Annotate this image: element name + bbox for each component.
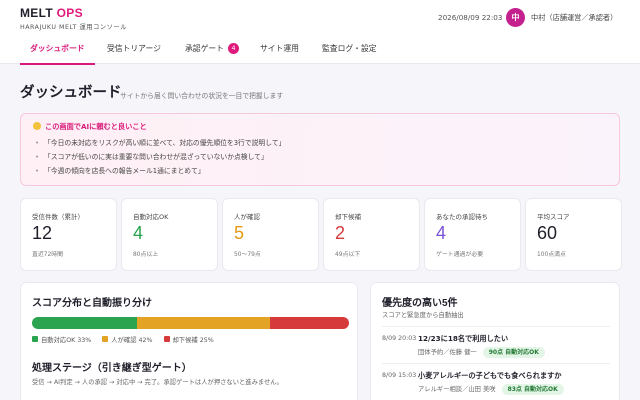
ai-tip-item[interactable]: 「今週の傾向を店長への報告メール1通にまとめて」	[35, 164, 285, 178]
processing-stage-title: 処理ステージ（引き継ぎ型ゲート）	[32, 363, 192, 374]
priority-item-time: 8/09 15:03	[382, 372, 417, 379]
legend-text: 自動対応OK 33%	[41, 337, 92, 344]
tab-dashboard[interactable]: ダッシュボード	[20, 36, 95, 65]
ai-tips-heading-text: この画面でAIに頼むと良いこと	[45, 122, 147, 131]
current-datetime: 2026/08/09 22:03	[438, 13, 503, 22]
kpi-label: 却下候補	[335, 213, 361, 221]
kpi-value: 5	[234, 223, 245, 243]
brand-logo[interactable]: MELT OPS	[20, 6, 83, 20]
page-title: ダッシュボード	[20, 85, 122, 101]
tab-approval-gate[interactable]: 承認ゲート 4	[185, 36, 239, 64]
priority-card-title: 優先度の高い5件	[382, 298, 458, 309]
main-tabs: ダッシュボード 受信トリアージ 承認ゲート 4 サイト運用 監査ログ・設定	[0, 36, 640, 65]
priority-item-time: 8/09 20:03	[382, 335, 417, 342]
legend-human-review: 人が確認 42%	[102, 335, 152, 344]
priority-list-card: 優先度の高い5件 スコアと緊急度から自動抽出 8/09 20:03 12/23に…	[370, 282, 620, 400]
tab-label: 監査ログ・設定	[322, 44, 377, 53]
kpi-label: あなたの承認待ち	[436, 213, 488, 221]
tab-label: サイト運用	[260, 44, 299, 53]
priority-item-title[interactable]: 小麦アレルギーの子どもでも食べられますか	[418, 371, 561, 381]
priority-item-title[interactable]: 12/23に18名で利用したい	[418, 334, 508, 344]
kpi-note: 直近72時間	[32, 252, 64, 258]
user-name[interactable]: 中村（店舗運営／承認者）	[531, 13, 617, 23]
ai-tips-panel: この画面でAIに頼むと良いこと 「今日の未対応をリスクが高い順に並べて、対応の優…	[20, 113, 620, 186]
legend-text: 却下候補 25%	[172, 337, 214, 344]
kpi-value: 4	[133, 223, 144, 243]
user-avatar[interactable]: 中	[506, 8, 525, 27]
priority-item-meta-text: 団体予約／佐藤 健一	[418, 349, 477, 356]
kpi-card-human-review[interactable]: 人が確認 5 50〜79点	[222, 198, 319, 271]
legend-swatch	[163, 336, 170, 342]
kpi-label: 自動対応OK	[133, 213, 169, 221]
ai-tip-item[interactable]: 「スコアが低いのに実は重要な問い合わせが混ざっていないか点検して」	[35, 150, 285, 164]
score-bar-segment	[32, 317, 137, 329]
score-pill: 90点 自動対応OK	[482, 347, 545, 358]
priority-item-meta-text: アレルギー相談／山田 美咲	[418, 386, 496, 393]
score-pill: 83点 自動対応OK	[501, 384, 564, 395]
score-card-title: スコア分布と自動振り分け	[32, 298, 152, 309]
brand-accent: OPS	[56, 6, 83, 20]
page-subtitle: サイトから届く問い合わせの状況を一目で把握します	[120, 92, 284, 100]
top-bar: MELT OPS HARAJUKU MELT 運用コンソール 2026/08/0…	[0, 0, 640, 65]
tab-label: 承認ゲート	[185, 44, 224, 53]
kpi-note: 50〜79点	[234, 252, 261, 258]
kpi-card-average-score[interactable]: 平均スコア 60 100点満点	[525, 198, 622, 271]
processing-stage-description: 受信 → AI判定 → 人の承認 → 対応中 → 完了。承認ゲートは人が押さない…	[32, 379, 283, 386]
kpi-card-auto-ok[interactable]: 自動対応OK 4 80点以上	[121, 198, 218, 271]
score-bar-segment	[136, 317, 270, 329]
kpi-label: 人が確認	[234, 213, 260, 221]
kpi-note: ゲート通過が必要	[436, 252, 484, 258]
score-bar-segment	[269, 317, 349, 329]
kpi-label: 平均スコア	[537, 213, 570, 221]
kpi-note: 100点満点	[537, 252, 566, 258]
priority-item-meta: アレルギー相談／山田 美咲 83点 自動対応OK	[418, 384, 564, 395]
tab-label: 受信トリアージ	[107, 44, 161, 53]
priority-item[interactable]: 8/09 15:03 小麦アレルギーの子どもでも食べられますか アレルギー相談／…	[382, 363, 610, 400]
kpi-note: 80点以上	[133, 252, 159, 258]
kpi-note: 49点以下	[335, 252, 361, 258]
score-distribution-bar	[32, 317, 349, 329]
priority-item-meta: 団体予約／佐藤 健一 90点 自動対応OK	[418, 347, 545, 358]
brand-main: MELT	[20, 6, 53, 20]
legend-swatch	[32, 336, 38, 342]
ai-tips-list: 「今日の未対応をリスクが高い順に並べて、対応の優先順位を3行で説明して」 「スコ…	[35, 136, 285, 178]
priority-item[interactable]: 8/09 20:03 12/23に18名で利用したい 団体予約／佐藤 健一 90点…	[382, 326, 610, 363]
kpi-card-reject-candidates[interactable]: 却下候補 2 49点以下	[323, 198, 420, 271]
legend-text: 人が確認 42%	[111, 337, 153, 344]
kpi-value: 2	[335, 223, 346, 243]
legend-swatch	[102, 336, 109, 342]
kpi-card-my-approvals[interactable]: あなたの承認待ち 4 ゲート通過が必要	[424, 198, 521, 271]
ai-tip-item[interactable]: 「今日の未対応をリスクが高い順に並べて、対応の優先順位を3行で説明して」	[35, 136, 285, 150]
tab-site-operations[interactable]: サイト運用	[260, 36, 299, 64]
brand-subtitle: HARAJUKU MELT 運用コンソール	[20, 24, 127, 31]
tab-inbox-triage[interactable]: 受信トリアージ	[107, 36, 161, 64]
legend-auto-ok: 自動対応OK 33%	[32, 335, 91, 344]
tab-label: ダッシュボード	[30, 44, 85, 53]
lightbulb-icon	[33, 122, 41, 130]
kpi-value: 60	[537, 223, 558, 243]
ai-tips-heading: この画面でAIに頼むと良いこと	[33, 122, 147, 132]
approval-count-badge: 4	[227, 43, 239, 54]
legend-reject: 却下候補 25%	[163, 335, 214, 344]
kpi-label: 受信件数（累計）	[32, 213, 84, 221]
priority-card-subtitle: スコアと緊急度から自動抽出	[382, 312, 464, 319]
score-distribution-card: スコア分布と自動振り分け 自動対応OK 33% 人が確認 42% 却下候補 25…	[20, 282, 358, 400]
score-legend: 自動対応OK 33% 人が確認 42% 却下候補 25%	[32, 335, 223, 344]
kpi-value: 12	[32, 223, 53, 243]
kpi-value: 4	[436, 223, 447, 243]
tab-audit-settings[interactable]: 監査ログ・設定	[322, 36, 377, 64]
kpi-card-total-received[interactable]: 受信件数（累計） 12 直近72時間	[20, 198, 117, 271]
